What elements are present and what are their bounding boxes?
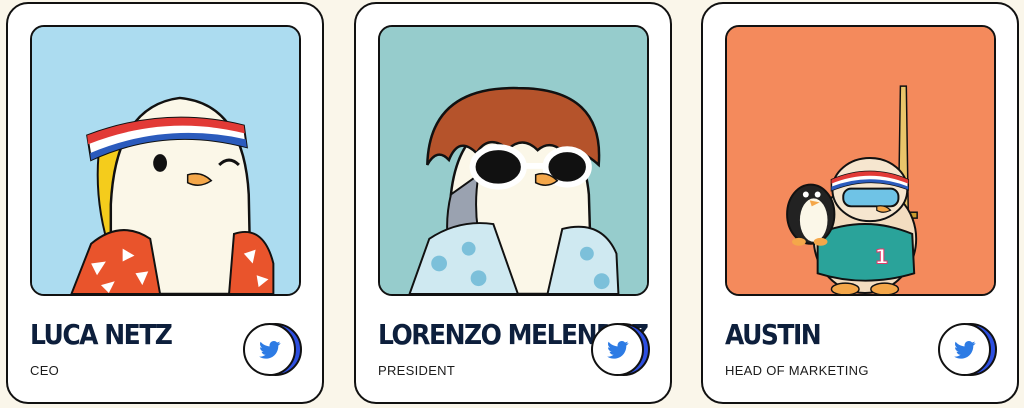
team-card-lorenzo: LORENZO MELENDEZ PRESIDENT (354, 2, 672, 404)
portrait-lorenzo (378, 25, 649, 296)
twitter-icon (243, 323, 296, 376)
twitter-icon (591, 323, 644, 376)
member-name: AUSTIN (725, 318, 822, 351)
twitter-button[interactable] (591, 323, 651, 379)
twitter-button[interactable] (243, 323, 303, 379)
penguin-sword-avatar: 1 (727, 27, 994, 294)
portrait-luca (30, 25, 301, 296)
member-role: PRESIDENT (378, 363, 456, 378)
member-role: HEAD OF MARKETING (725, 363, 869, 378)
member-name: LUCA NETZ (30, 318, 173, 351)
svg-text:1: 1 (875, 245, 889, 268)
twitter-button[interactable] (938, 323, 998, 379)
team-card-luca: LUCA NETZ CEO (6, 2, 324, 404)
penguin-headband-avatar (32, 27, 299, 294)
twitter-icon (938, 323, 991, 376)
portrait-austin: 1 (725, 25, 996, 296)
team-card-austin: 1 AUSTIN HEAD OF MARKETING (701, 2, 1019, 404)
member-role: CEO (30, 363, 60, 378)
penguin-sunglasses-avatar (380, 27, 647, 294)
